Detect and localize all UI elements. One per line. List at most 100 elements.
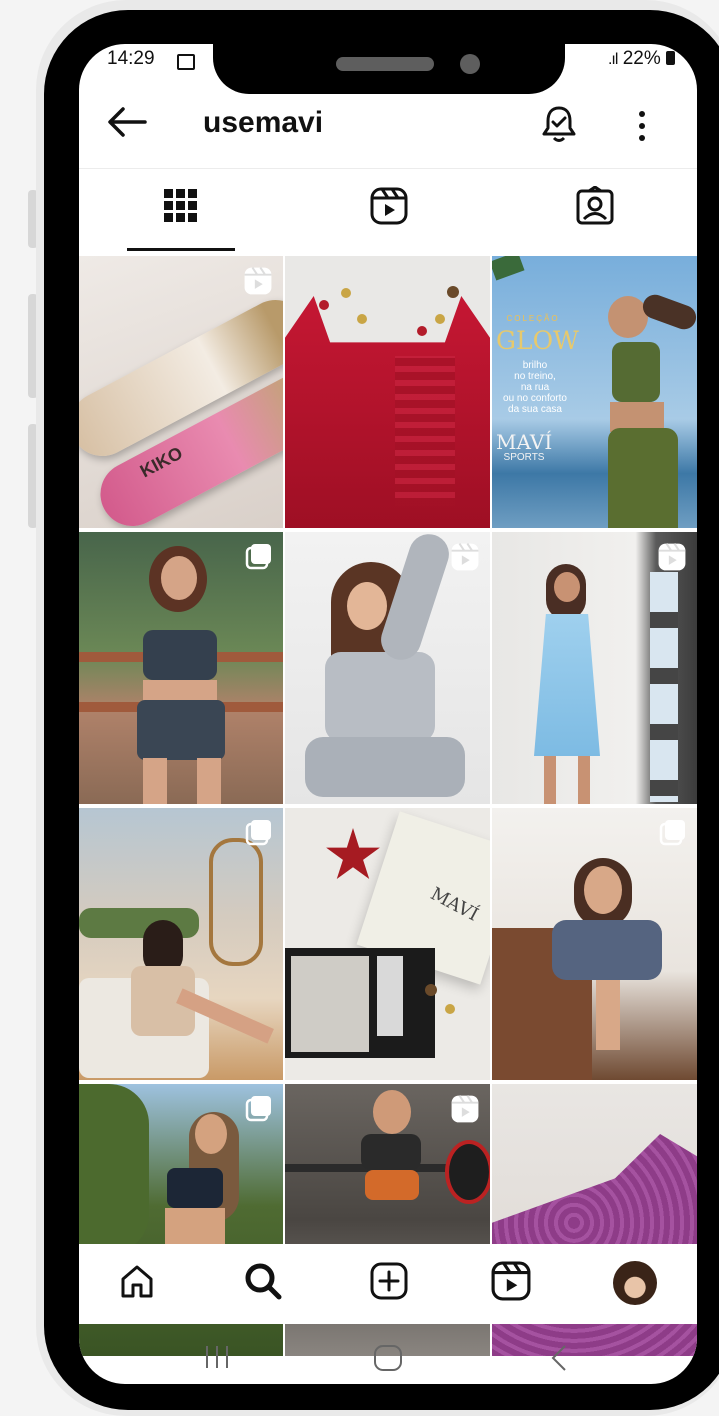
earpiece-speaker	[336, 57, 434, 71]
product-bottle	[377, 956, 403, 1036]
grey-pants	[305, 737, 465, 797]
grid-post[interactable]: MAVÍ	[285, 808, 490, 1080]
grid-post[interactable]: KIKO	[79, 256, 283, 528]
glow-subtitle: brilho no treino, na rua ou no conforto …	[503, 360, 567, 415]
blue-sweater	[552, 920, 662, 980]
ornament	[435, 314, 445, 324]
leg	[544, 756, 556, 804]
filmstrip	[650, 572, 678, 802]
lace-detail	[395, 356, 455, 506]
weight-plate	[445, 1140, 490, 1204]
ornament	[357, 314, 367, 324]
leg	[143, 758, 167, 804]
grey-sweater	[325, 652, 435, 742]
leg	[596, 980, 620, 1050]
screen: 14:29 .ıl 22% usemavi KIKO COLEÇÃO GLOW …	[79, 44, 697, 1384]
tab-reels[interactable]	[339, 183, 439, 233]
nav-profile[interactable]	[607, 1258, 663, 1308]
orange-shorts	[365, 1170, 419, 1200]
bottom-navigation	[79, 1244, 697, 1324]
profile-header: usemavi	[79, 86, 697, 162]
profile-avatar	[613, 1261, 657, 1305]
tab-posts-grid[interactable]	[131, 183, 231, 233]
grid-post[interactable]	[79, 532, 283, 804]
signal-icon: .ıl	[607, 51, 619, 68]
reel-icon	[243, 266, 273, 301]
face	[584, 866, 622, 914]
face	[347, 582, 387, 630]
ornament	[319, 300, 329, 310]
home-button-icon[interactable]	[373, 1344, 403, 1377]
face	[554, 572, 580, 602]
grid-post[interactable]	[492, 532, 697, 804]
grid-post[interactable]	[492, 808, 697, 1080]
pinecone	[447, 286, 459, 298]
system-navigation	[79, 1326, 697, 1384]
battery-percent: 22%	[622, 48, 661, 69]
back-arrow-icon[interactable]	[105, 104, 149, 145]
mirror	[209, 838, 263, 966]
gallery-notification-icon	[177, 54, 195, 70]
create-plus-icon	[369, 1261, 409, 1306]
ornament	[341, 288, 351, 298]
midriff	[165, 1208, 225, 1248]
nav-home[interactable]	[109, 1258, 165, 1308]
glow-title: GLOW	[496, 326, 579, 355]
face	[161, 556, 197, 600]
status-right: .ıl 22%	[608, 48, 675, 70]
search-icon	[242, 1260, 284, 1307]
tab-tagged[interactable]	[545, 183, 645, 233]
grid-post[interactable]	[285, 256, 490, 528]
profile-username: usemavi	[203, 106, 324, 139]
nav-create[interactable]	[361, 1258, 417, 1308]
grid-post[interactable]	[79, 808, 283, 1080]
nav-search[interactable]	[235, 1258, 291, 1308]
reel-icon	[450, 542, 480, 577]
grid-post[interactable]: COLEÇÃO GLOW brilho no treino, na rua ou…	[492, 256, 697, 528]
face	[195, 1114, 227, 1154]
grey-shorts	[137, 700, 225, 760]
midriff	[143, 680, 217, 702]
grid-icon	[164, 188, 198, 228]
ornament	[417, 326, 427, 336]
navy-top	[167, 1168, 223, 1208]
runner-head	[608, 296, 648, 338]
reels-icon	[370, 187, 408, 230]
palm-leaf	[492, 256, 525, 281]
runner-leggings	[608, 428, 678, 528]
nav-reels[interactable]	[483, 1258, 539, 1308]
more-options-icon[interactable]	[627, 106, 657, 151]
reels-icon	[491, 1261, 531, 1306]
mavi-sports: SPORTS	[503, 452, 545, 463]
face	[373, 1090, 411, 1134]
battery-icon	[666, 51, 675, 65]
runner-top	[612, 342, 660, 402]
black-top	[361, 1134, 421, 1170]
blue-nightgown	[534, 614, 600, 756]
grid-post[interactable]	[285, 532, 490, 804]
home-icon	[117, 1261, 157, 1306]
reel-icon	[450, 1094, 480, 1129]
tree	[79, 1084, 149, 1254]
active-tab-indicator	[127, 248, 235, 251]
front-camera	[460, 54, 480, 74]
runner-hair	[639, 291, 697, 333]
leg	[197, 758, 221, 804]
red-star	[326, 828, 380, 879]
pinecone	[425, 984, 437, 996]
status-time: 14:29	[107, 48, 155, 69]
leg	[578, 756, 590, 804]
notification-bell-icon[interactable]	[537, 102, 581, 151]
grey-top	[143, 630, 217, 680]
red-garment	[285, 296, 490, 528]
recent-apps-icon[interactable]	[203, 1344, 231, 1375]
reel-icon	[657, 542, 687, 577]
profile-tabs	[79, 168, 697, 253]
carousel-icon	[659, 818, 687, 851]
posts-grid: KIKO COLEÇÃO GLOW brilho no treino, na r…	[79, 256, 697, 1356]
mavi-brand: MAVÍ	[496, 430, 553, 454]
carousel-icon	[245, 542, 273, 575]
back-button-icon[interactable]	[549, 1344, 569, 1377]
tagged-user-icon	[575, 184, 615, 231]
carousel-icon	[245, 818, 273, 851]
